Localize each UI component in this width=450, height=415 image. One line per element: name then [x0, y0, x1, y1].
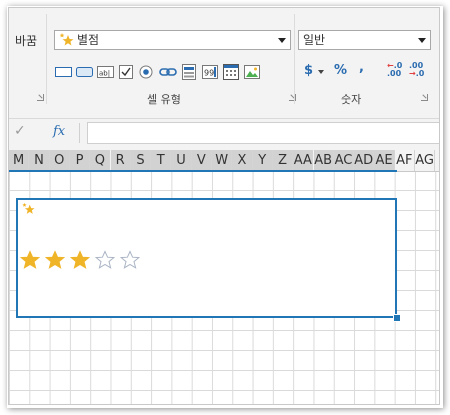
column-header-v[interactable]: V: [191, 150, 212, 171]
column-header-x[interactable]: X: [232, 150, 253, 171]
column-header-q[interactable]: Q: [90, 150, 111, 171]
worksheet: AG AF AE AD AC AB AA Z Y X W V U T S R Q P O N M: [9, 150, 439, 404]
currency-button[interactable]: $: [304, 63, 313, 78]
chevron-down-icon[interactable]: [318, 70, 324, 74]
star-filled-icon[interactable]: [20, 250, 40, 270]
column-header-p[interactable]: P: [69, 150, 91, 171]
date-cell-icon[interactable]: [222, 64, 240, 80]
checkbox-cell-icon[interactable]: [118, 64, 134, 80]
ribbon-separator: [294, 14, 295, 104]
formula-input[interactable]: [87, 122, 439, 144]
textbox-cell-icon[interactable]: [55, 64, 73, 80]
star-filled-icon[interactable]: [70, 250, 90, 270]
star-empty-icon[interactable]: [95, 250, 115, 270]
column-header-m[interactable]: M: [9, 150, 30, 171]
chevron-down-icon: [278, 38, 286, 43]
spreadsheet-window: 바꿈 별점 ab| 99 셀 유형 일반 $ % , ←.0 .00 .00 →…: [8, 7, 440, 405]
column-header-u[interactable]: U: [171, 150, 192, 171]
star-empty-icon[interactable]: [120, 250, 140, 270]
star-rating-icon: [22, 202, 35, 214]
wrap-text-label[interactable]: 바꿈: [15, 32, 37, 49]
percent-button[interactable]: %: [334, 63, 347, 78]
column-header-o[interactable]: O: [49, 150, 70, 171]
column-header-aa[interactable]: AA: [293, 150, 314, 171]
number-format-combo[interactable]: 일반: [298, 30, 431, 50]
column-header-row: AG AF AE AD AC AB AA Z Y X W V U T S R Q P O N M: [9, 150, 439, 172]
svg-text:99: 99: [204, 69, 214, 78]
column-header-t[interactable]: T: [151, 150, 172, 171]
comma-style-button[interactable]: ,: [359, 60, 364, 75]
dialog-launcher-icon[interactable]: [421, 94, 428, 101]
label-cell-icon[interactable]: ab|: [97, 64, 115, 80]
cell-type-group-label: 셀 유형: [147, 93, 181, 106]
number-cell-icon[interactable]: 99: [201, 64, 219, 80]
column-header-af[interactable]: AF: [395, 150, 415, 171]
dialog-launcher-icon[interactable]: [37, 94, 44, 101]
increase-decimal-button[interactable]: ←.0.00: [387, 62, 402, 78]
column-header-z[interactable]: Z: [272, 150, 294, 171]
hyperlink-cell-icon[interactable]: [158, 64, 178, 80]
list-cell-icon[interactable]: [181, 64, 197, 80]
column-header-y[interactable]: Y: [252, 150, 273, 171]
column-header-ad[interactable]: AD: [354, 150, 375, 171]
column-header-ac[interactable]: AC: [333, 150, 355, 171]
image-cell-icon[interactable]: [243, 64, 261, 80]
ribbon-separator: [46, 14, 47, 104]
column-header-r[interactable]: R: [110, 150, 131, 171]
cell-type-value: 별점: [77, 33, 100, 47]
column-header-n[interactable]: N: [29, 150, 50, 171]
column-header-s[interactable]: S: [130, 150, 152, 171]
svg-text:ab|: ab|: [99, 70, 110, 78]
ribbon: 바꿈 별점 ab| 99 셀 유형 일반 $ % , ←.0 .00 .00 →…: [9, 8, 439, 108]
column-header-w[interactable]: W: [212, 150, 233, 171]
fill-handle[interactable]: [393, 314, 401, 322]
formula-bar: ✓ fx: [9, 118, 439, 147]
formula-separator: [79, 123, 80, 143]
number-group-label: 숫자: [341, 93, 362, 106]
column-header-ag[interactable]: AG: [415, 150, 436, 171]
star-filled-icon[interactable]: [45, 250, 65, 270]
selected-merged-cell[interactable]: [16, 198, 397, 318]
button-cell-icon[interactable]: [76, 64, 94, 80]
radio-cell-icon[interactable]: [138, 64, 154, 80]
column-header-ae[interactable]: AE: [374, 150, 395, 171]
star-rating-icon: [59, 33, 74, 46]
number-format-value: 일반: [303, 33, 326, 47]
decrease-decimal-button[interactable]: .00 →.0: [409, 62, 424, 78]
insert-function-button[interactable]: fx: [53, 124, 65, 139]
enter-check-icon[interactable]: ✓: [14, 123, 26, 139]
cell-type-combo[interactable]: 별점: [54, 30, 291, 50]
column-header-ab[interactable]: AB: [313, 150, 334, 171]
chevron-down-icon: [418, 38, 426, 43]
